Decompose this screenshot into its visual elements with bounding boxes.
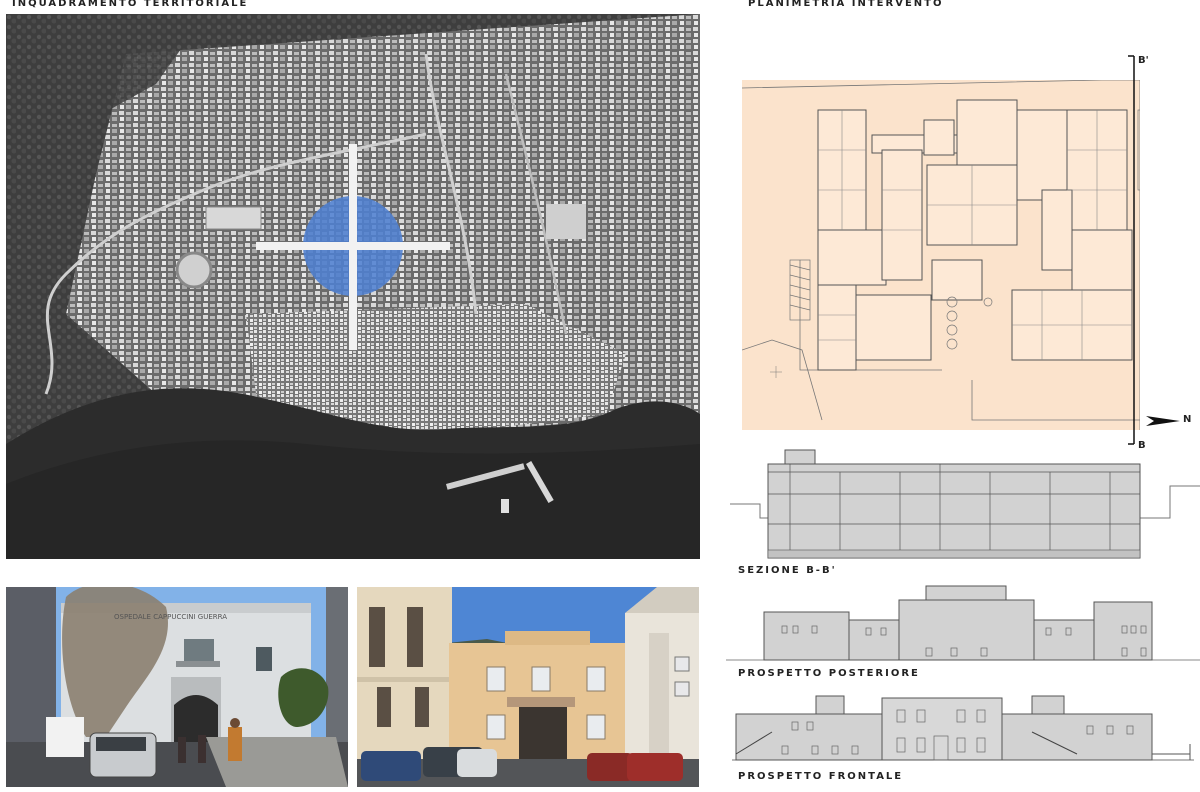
- section-line: [1128, 55, 1180, 445]
- front-elevation-drawing[interactable]: [732, 692, 1194, 768]
- photo-courtyard[interactable]: [357, 587, 699, 787]
- photo-hospital-entrance[interactable]: OSPEDALE CAPPUCCINI GUERRA: [6, 587, 348, 787]
- north-label: N: [1183, 414, 1192, 425]
- section-drawing[interactable]: [730, 446, 1200, 562]
- site-plan-drawing[interactable]: [742, 80, 1140, 430]
- plan-title: PLANIMETRIA INTERVENTO: [748, 0, 944, 9]
- north-arrow-icon: [1146, 416, 1180, 426]
- rear-elevation-drawing[interactable]: [726, 582, 1200, 664]
- front-elevation-title: PROSPETTO FRONTALE: [738, 771, 904, 782]
- section-title: SEZIONE B-B': [738, 565, 837, 576]
- site-map-title: INQUADRAMENTO TERRITORIALE: [12, 0, 249, 9]
- section-marker-top: B': [1138, 55, 1149, 66]
- hospital-sign: OSPEDALE CAPPUCCINI GUERRA: [114, 613, 227, 621]
- rear-elevation-title: PROSPETTO POSTERIORE: [738, 668, 920, 679]
- aerial-site-map[interactable]: [6, 14, 700, 559]
